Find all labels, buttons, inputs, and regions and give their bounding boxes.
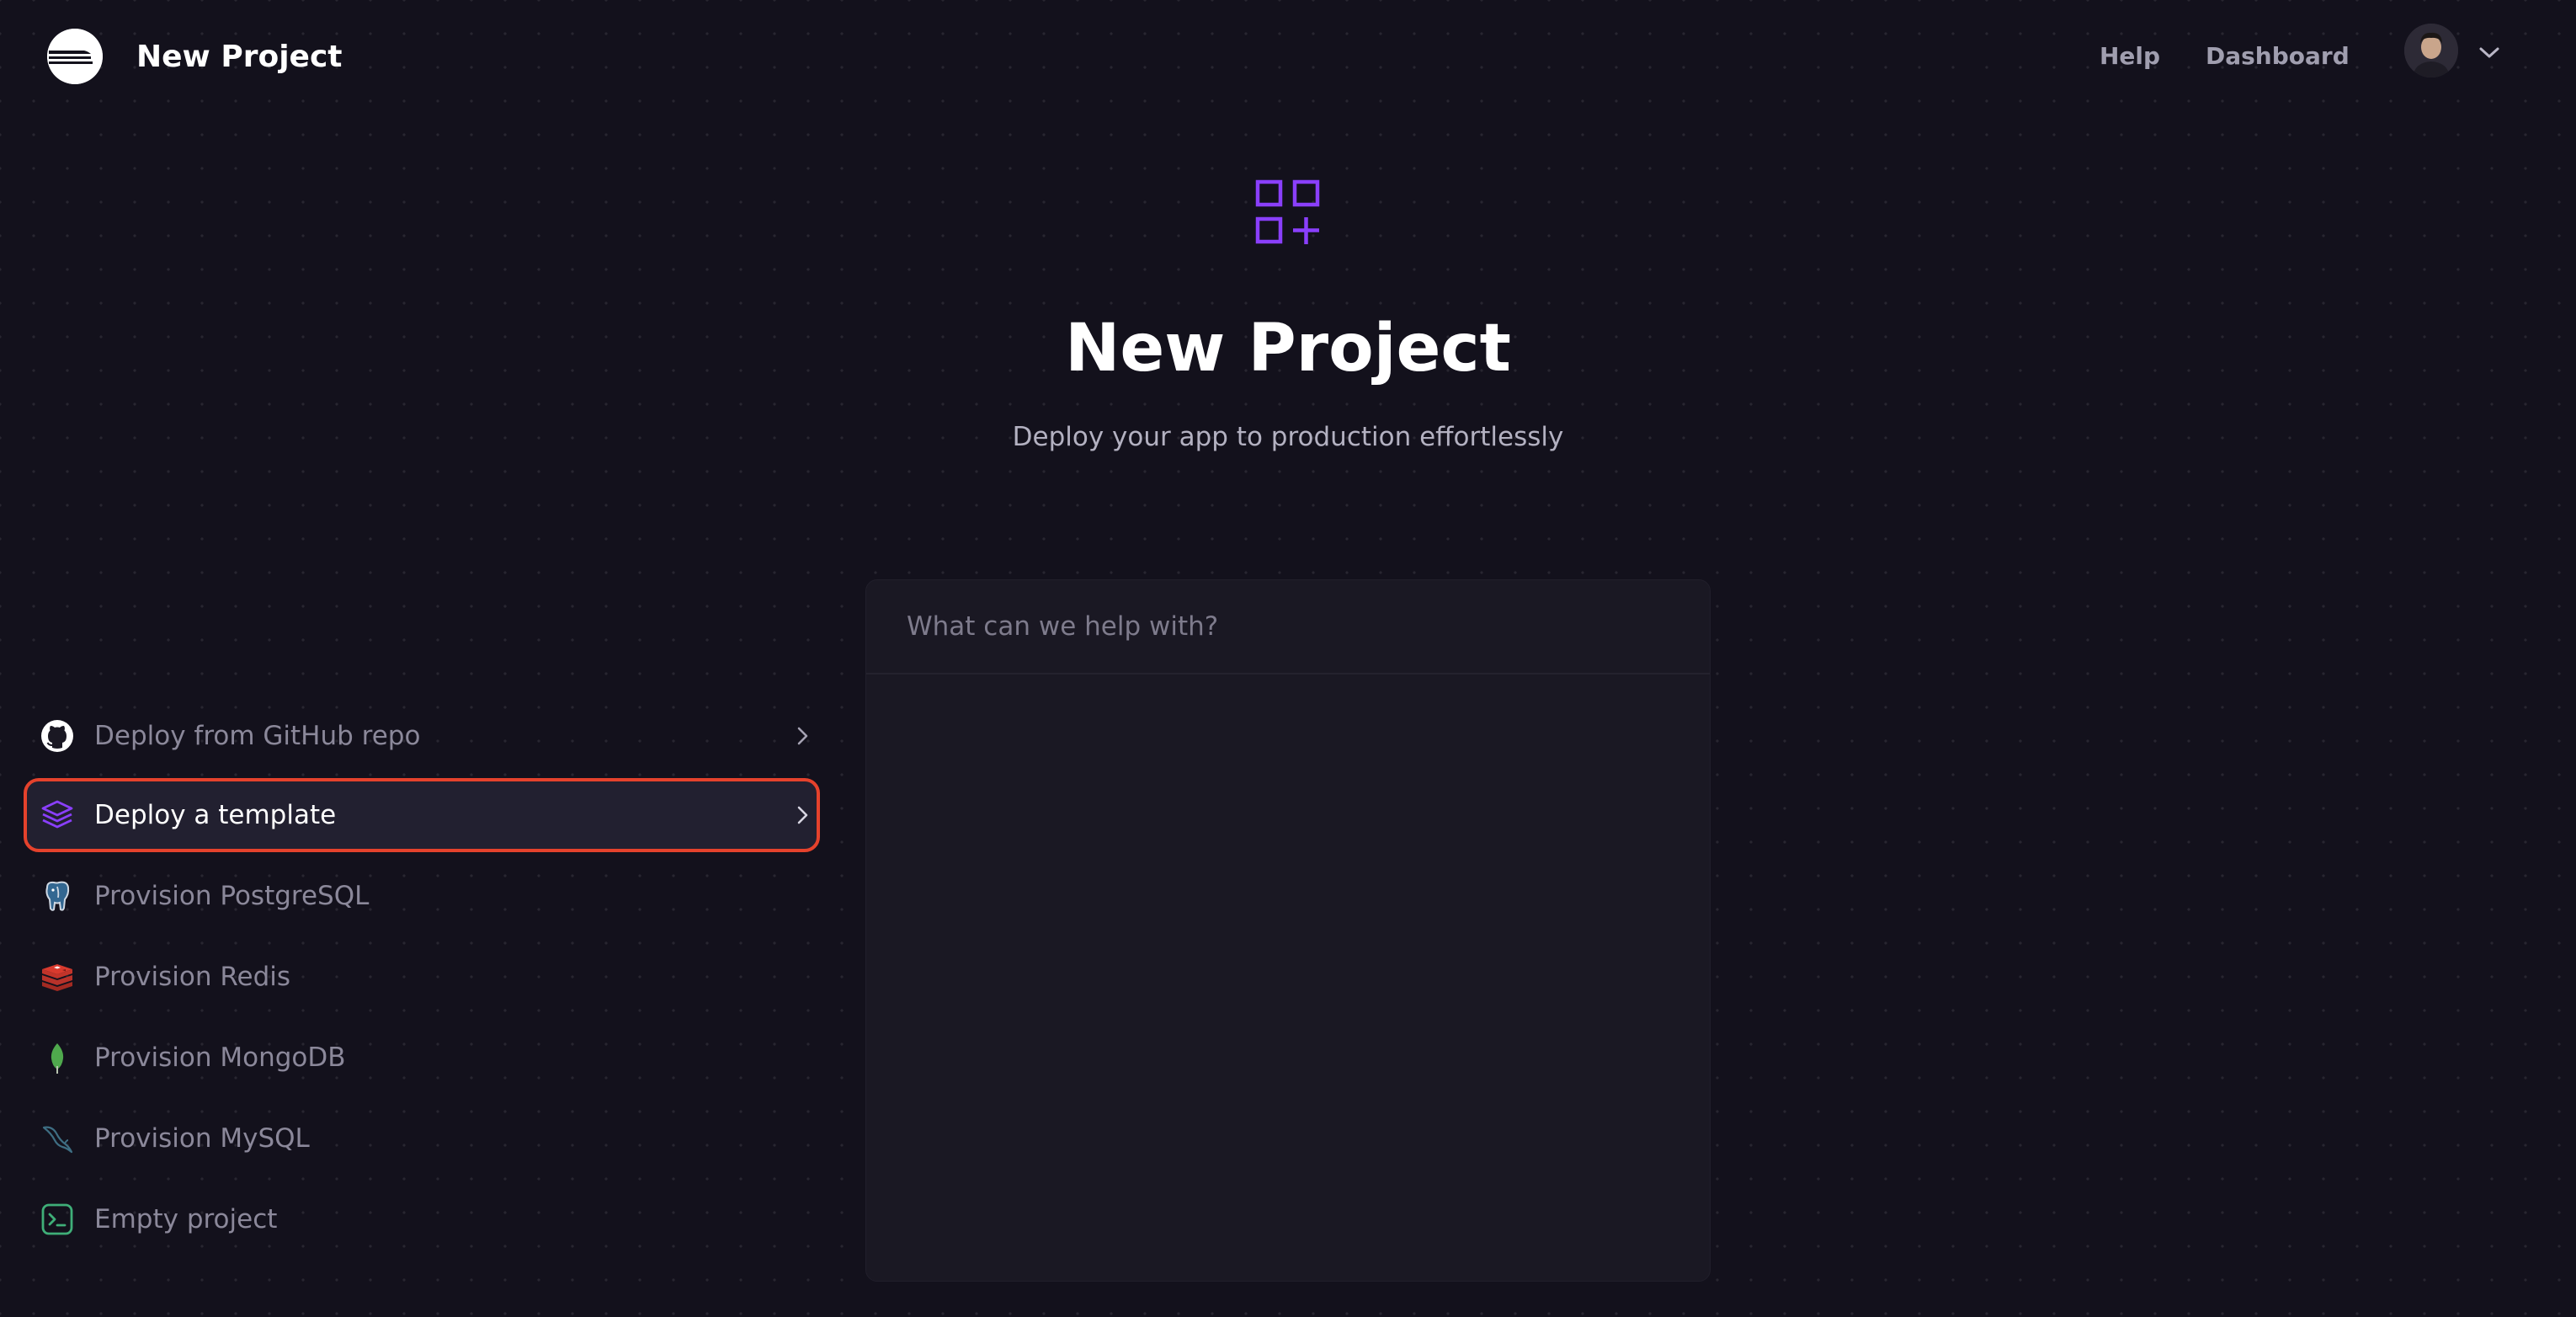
grid-plus-icon (1251, 177, 1325, 248)
nav-help-link[interactable]: Help (2100, 39, 2160, 74)
option-provision-postgresql[interactable]: Provision PostgreSQL (24, 859, 820, 933)
option-provision-redis[interactable]: Provision Redis (24, 940, 820, 1014)
top-bar: New Project Help Dashboard (0, 0, 2576, 115)
option-label: Provision MongoDB (94, 1042, 346, 1073)
option-label: Empty project (94, 1204, 278, 1234)
option-empty-project[interactable]: Empty project (24, 1182, 820, 1256)
option-label: Deploy a template (94, 800, 337, 830)
option-provision-mongodb[interactable]: Provision MongoDB (24, 1021, 820, 1095)
user-avatar[interactable] (2404, 24, 2458, 77)
option-label: Provision MySQL (94, 1123, 310, 1154)
search-input[interactable] (866, 580, 1710, 674)
page-subtitle: Deploy your app to production effortless… (1012, 422, 1564, 452)
option-provision-mysql[interactable]: Provision MySQL (24, 1101, 820, 1176)
option-label: Deploy from GitHub repo (94, 721, 421, 751)
chevron-right-icon (796, 724, 810, 748)
mysql-icon (40, 1122, 74, 1155)
chevron-right-icon (796, 803, 810, 827)
redis-icon (40, 960, 74, 994)
terminal-icon (40, 1202, 74, 1236)
option-label: Provision Redis (94, 962, 291, 992)
github-icon (40, 719, 74, 753)
layers-icon (40, 798, 74, 832)
option-deploy-template[interactable]: Deploy a template (24, 778, 820, 852)
postgresql-icon (40, 879, 74, 913)
option-label: Provision PostgreSQL (94, 881, 370, 911)
mongodb-icon (40, 1041, 74, 1074)
page-title: New Project (1065, 311, 1511, 387)
option-deploy-github[interactable]: Deploy from GitHub repo (24, 699, 820, 773)
railway-logo-icon[interactable] (47, 29, 103, 84)
nav-dashboard-link[interactable]: Dashboard (2206, 39, 2350, 74)
app-title: New Project (136, 40, 343, 74)
command-panel (865, 579, 1711, 1282)
chevron-down-icon[interactable] (2475, 44, 2504, 62)
